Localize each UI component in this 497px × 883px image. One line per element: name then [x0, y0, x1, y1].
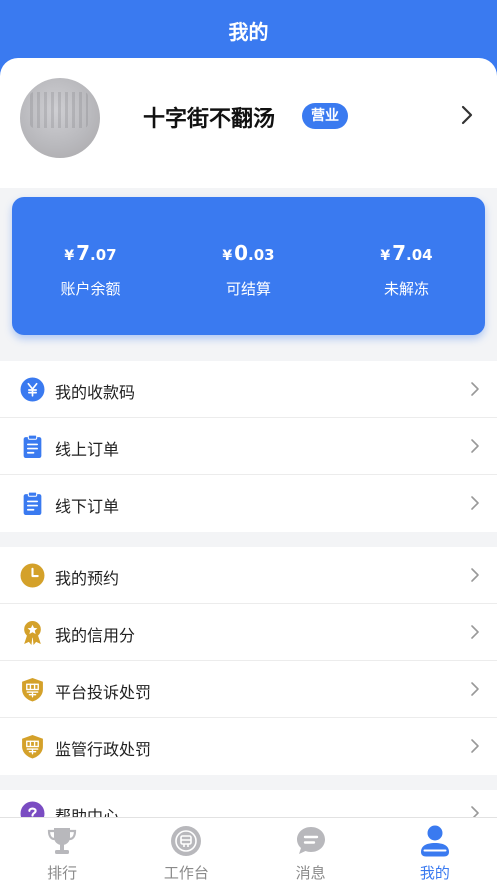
menu-group-orders: 我的收款码 线上订单 线下订单	[0, 361, 497, 532]
chevron-right-icon[interactable]	[456, 104, 478, 126]
menu-label: 监管行政处罚	[55, 740, 152, 759]
menu-label: 我的信用分	[55, 626, 136, 645]
tab-mine[interactable]: 我的	[373, 818, 497, 883]
award-badge-icon	[24, 621, 41, 645]
balance-account[interactable]: ¥7.07 账户余额	[12, 241, 169, 299]
tab-label: 消息	[295, 864, 326, 882]
menu-label: 平台投诉处罚	[55, 683, 152, 702]
menu-item-platform-penalty[interactable]: 平台投诉处罚	[0, 661, 497, 718]
chevron-right-icon	[471, 496, 479, 510]
help-icon	[20, 801, 45, 817]
menu-label: 我的收款码	[55, 383, 136, 402]
chevron-right-icon	[471, 439, 479, 453]
clipboard-icon	[23, 434, 42, 458]
shield-penalty-icon	[22, 678, 43, 702]
tab-messages[interactable]: 消息	[249, 818, 373, 883]
menu-item-help-center[interactable]: 帮助中心	[0, 790, 497, 817]
menu-item-payment-code[interactable]: 我的收款码	[0, 361, 497, 418]
tab-label: 我的	[419, 864, 450, 882]
menu-label: 帮助中心	[55, 807, 120, 817]
profile-card[interactable]: 十字街不翻汤 营业	[0, 58, 497, 188]
balance-label: 账户余额	[60, 280, 121, 298]
menu-item-credit-score[interactable]: 我的信用分	[0, 604, 497, 661]
tab-label: 排行	[47, 864, 78, 882]
trophy-icon	[48, 828, 77, 854]
chevron-right-icon	[471, 806, 479, 817]
user-icon	[420, 825, 449, 857]
menu-label: 线下订单	[55, 497, 120, 516]
tab-workbench[interactable]: 工作台	[124, 818, 248, 883]
balance-settleable[interactable]: ¥0.03 可结算	[170, 241, 327, 299]
chevron-right-icon	[471, 739, 479, 753]
status-badge: 营业	[302, 103, 348, 129]
chevron-right-icon	[471, 568, 479, 582]
menu-label: 我的预约	[55, 569, 120, 588]
chevron-right-icon	[471, 382, 479, 396]
avatar[interactable]	[20, 78, 100, 158]
chevron-right-icon	[471, 625, 479, 639]
menu-item-online-orders[interactable]: 线上订单	[0, 418, 497, 475]
balance-amount: ¥0.03	[222, 241, 275, 265]
menu-group-help: 帮助中心	[0, 790, 497, 817]
chevron-right-icon	[471, 682, 479, 696]
tab-label: 工作台	[163, 864, 209, 882]
yuan-coin-icon	[20, 377, 45, 402]
menu-item-regulatory-penalty[interactable]: 监管行政处罚	[0, 718, 497, 775]
balance-amount: ¥7.04	[380, 241, 433, 265]
menu-label: 线上订单	[55, 440, 120, 459]
menu-item-reservations[interactable]: 我的预约	[0, 547, 497, 604]
shield-penalty-icon	[22, 735, 43, 759]
balance-frozen[interactable]: ¥7.04 未解冻	[328, 241, 485, 299]
balance-amount: ¥7.07	[64, 241, 117, 265]
clock-icon	[20, 563, 45, 588]
clipboard-icon	[23, 491, 42, 515]
menu-group-credit: 我的预约 我的信用分 平台投诉处罚 监管行政处罚	[0, 547, 497, 775]
balance-card: ¥7.07 账户余额 ¥0.03 可结算 ¥7.04 未解冻	[12, 197, 485, 335]
tab-ranking[interactable]: 排行	[0, 818, 124, 883]
menu-item-offline-orders[interactable]: 线下订单	[0, 475, 497, 532]
page-title: 我的	[228, 20, 269, 44]
balance-label: 未解冻	[383, 280, 429, 298]
message-icon	[296, 827, 325, 854]
workbench-icon	[171, 826, 202, 856]
shop-name: 十字街不翻汤	[143, 107, 276, 132]
bottom-tab-bar: 排行 工作台 消息 我的	[0, 817, 497, 883]
balance-label: 可结算	[225, 280, 271, 298]
